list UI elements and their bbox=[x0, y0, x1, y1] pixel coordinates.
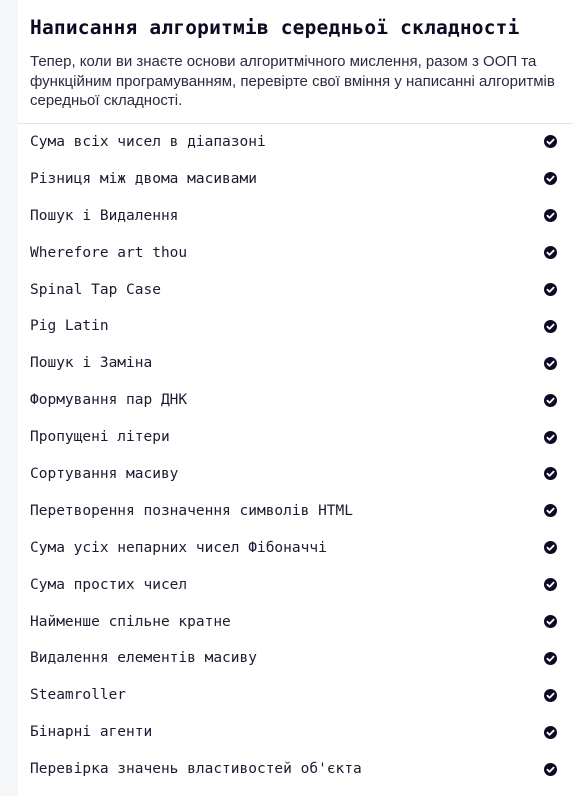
challenge-label: Сума всіх чисел в діапазоні bbox=[30, 133, 266, 150]
challenge-item[interactable]: Різниця між двома масивами bbox=[18, 160, 573, 197]
challenge-item[interactable]: Пропущені літери bbox=[18, 419, 573, 456]
check-circle-icon bbox=[544, 172, 557, 186]
challenge-item[interactable]: Найменше спільне кратне bbox=[18, 603, 573, 640]
check-circle-icon bbox=[544, 467, 557, 481]
challenge-section: Написання алгоритмів середньої складност… bbox=[18, 0, 573, 796]
check-circle-icon bbox=[544, 541, 557, 555]
challenge-label: Spinal Tap Case bbox=[30, 281, 161, 298]
check-circle-icon bbox=[544, 504, 557, 518]
challenge-label: Видалення елементів масиву bbox=[30, 650, 257, 667]
challenge-item[interactable]: Steamroller bbox=[18, 677, 573, 714]
check-circle-icon bbox=[544, 356, 557, 370]
challenge-label: Різниця між двома масивами bbox=[30, 170, 257, 187]
check-circle-icon bbox=[544, 135, 557, 149]
challenge-item[interactable]: Spinal Tap Case bbox=[18, 271, 573, 308]
challenge-item[interactable]: Pig Latin bbox=[18, 308, 573, 345]
challenge-item[interactable]: Сума усіх непарних чисел Фібоначчі bbox=[18, 529, 573, 566]
check-circle-icon bbox=[544, 762, 557, 776]
challenge-label: Перетворення позначення символів HTML bbox=[30, 502, 354, 519]
check-circle-icon bbox=[544, 651, 557, 665]
challenge-item[interactable]: Бінарні агенти bbox=[18, 714, 573, 751]
challenge-label: Формування пар ДНК bbox=[30, 392, 188, 409]
challenge-label: Сума простих чисел bbox=[30, 576, 188, 593]
check-circle-icon bbox=[544, 283, 557, 296]
section-title: Написання алгоритмів середньої складност… bbox=[30, 16, 520, 39]
challenge-list: Сума всіх чисел в діапазоні Різниця між … bbox=[18, 124, 573, 788]
challenge-label: Пошук і Заміна bbox=[30, 355, 153, 372]
challenge-label: Pig Latin bbox=[30, 318, 109, 335]
check-circle-icon bbox=[544, 393, 557, 407]
challenge-item[interactable]: Сума всіх чисел в діапазоні bbox=[18, 124, 573, 161]
check-circle-icon bbox=[544, 688, 557, 702]
challenge-item[interactable]: Перевірка значень властивостей об'єкта bbox=[18, 751, 573, 788]
challenge-label: Перевірка значень властивостей об'єкта bbox=[30, 761, 362, 778]
challenge-item[interactable]: Перетворення позначення символів HTML bbox=[18, 492, 573, 529]
check-circle-icon bbox=[544, 246, 557, 260]
challenge-label: Пропущені літери bbox=[30, 429, 170, 446]
challenge-item[interactable]: Сума простих чисел bbox=[18, 566, 573, 603]
check-circle-icon bbox=[544, 615, 557, 629]
challenge-item[interactable]: Пошук і Видалення bbox=[18, 197, 573, 234]
challenge-label: Сума усіх непарних чисел Фібоначчі bbox=[30, 539, 327, 556]
section-description: Тепер, коли ви знаєте основи алгоритмічн… bbox=[30, 53, 555, 109]
challenge-label: Пошук і Видалення bbox=[30, 207, 179, 224]
challenge-item[interactable]: Видалення елементів масиву bbox=[18, 640, 573, 677]
check-circle-icon bbox=[544, 430, 557, 444]
challenge-label: Найменше спільне кратне bbox=[30, 613, 231, 630]
challenge-item[interactable]: Формування пар ДНК bbox=[18, 382, 573, 419]
check-circle-icon bbox=[544, 209, 557, 223]
check-circle-icon bbox=[544, 578, 557, 592]
check-circle-icon bbox=[544, 319, 557, 333]
challenge-label: Wherefore art thou bbox=[30, 244, 188, 261]
challenge-label: Бінарні агенти bbox=[30, 724, 153, 741]
challenge-item[interactable]: Wherefore art thou bbox=[18, 234, 573, 271]
section-header: Написання алгоритмів середньої складност… bbox=[18, 0, 573, 124]
challenge-label: Steamroller bbox=[30, 687, 127, 704]
challenge-item[interactable]: Пошук і Заміна bbox=[18, 345, 573, 382]
check-circle-icon bbox=[544, 725, 557, 739]
challenge-label: Сортування масиву bbox=[30, 465, 179, 482]
challenge-item[interactable]: Сортування масиву bbox=[18, 456, 573, 493]
